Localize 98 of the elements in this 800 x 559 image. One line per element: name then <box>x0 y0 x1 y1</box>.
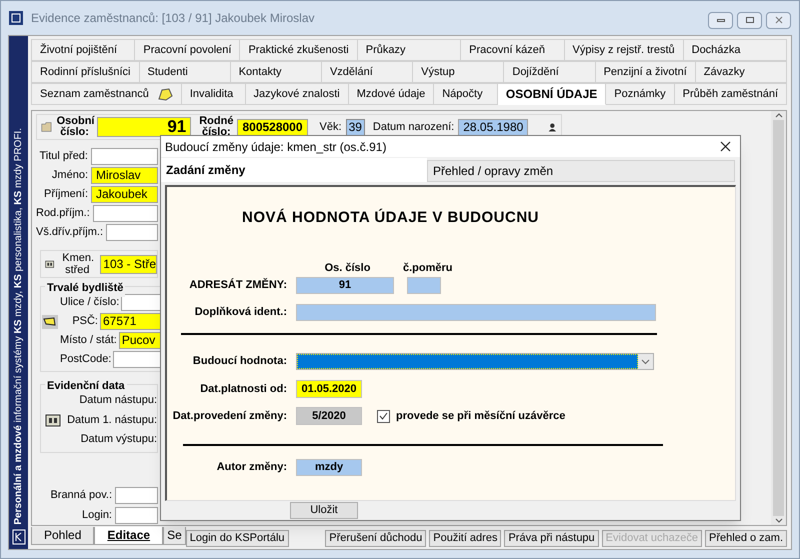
field-label: Datum 1. nástupu: <box>66 412 157 428</box>
input-field[interactable]: 91 <box>96 117 192 137</box>
maximize-icon[interactable] <box>737 12 762 28</box>
tab[interactable]: Poznámky <box>606 84 675 105</box>
tab[interactable]: Mzdové údaje <box>348 84 434 105</box>
action-button[interactable]: Práva při nástupu <box>504 530 599 547</box>
tab[interactable]: Seznam zaměstnanců <box>32 84 182 105</box>
minimize-icon[interactable] <box>708 12 733 28</box>
field-label: Věk: <box>320 120 342 135</box>
tab[interactable]: Invalidita <box>182 84 246 105</box>
input-field[interactable] <box>115 486 158 504</box>
field-label: Osobní číslo: <box>56 116 93 138</box>
field-label: Branná pov.: <box>49 488 112 503</box>
input-field[interactable] <box>407 277 441 294</box>
action-button[interactable]: Přehled o zam. <box>705 530 787 547</box>
field-label: Doplňková ident.: <box>194 305 287 320</box>
input-field[interactable]: Jakoubek <box>91 186 158 203</box>
side-caption: Personální a mzdové informační systémy KS mzdy, KS personalistika, KS mzdy PROFI. <box>12 128 25 525</box>
tab[interactable]: Pohled <box>31 527 94 545</box>
field-label: Vš.dřív.příjm.: <box>36 225 104 240</box>
tab[interactable]: Se <box>163 527 186 545</box>
folder-icon <box>41 120 53 134</box>
tab[interactable]: Penzijní a životní <box>596 62 696 83</box>
tab[interactable]: Studenti <box>140 62 231 83</box>
column-label: č.poměru <box>403 261 453 276</box>
checkbox[interactable] <box>377 410 390 422</box>
field-label: Login: <box>81 508 112 523</box>
input-field[interactable]: 39 <box>346 118 365 136</box>
dropdown[interactable] <box>296 353 654 370</box>
dialog-heading: NOVÁ HODNOTA ÚDAJE V BUDOUCNU <box>242 208 540 228</box>
tab[interactable]: Jazykové znalosti <box>246 84 349 105</box>
field-label: Autor změny: <box>216 460 287 476</box>
field-label: PostCode: <box>60 352 112 368</box>
input-field[interactable]: 103 - Stře <box>100 254 157 274</box>
tab[interactable]: Pracovní povolení <box>135 40 240 61</box>
tab[interactable]: Výpisy z rejstř. trestů <box>564 40 684 61</box>
tab[interactable]: Přehled / opravy změn <box>427 160 735 182</box>
field-label: Titul před: <box>38 149 88 164</box>
checkbox-label: provede se při měsíční uzávěrce <box>396 408 566 424</box>
group-title: Trvalé bydliště <box>45 280 126 296</box>
save-button[interactable]: Uložit <box>290 502 358 519</box>
field-label: Místo / stát: <box>60 333 117 348</box>
field-label: Kmen. střed <box>62 252 92 276</box>
tab[interactable]: Vzdělání <box>322 62 414 83</box>
dialog-title: Budoucí změny údaje: kmen_str (os.č.91) <box>165 138 386 156</box>
scrollbar[interactable] <box>771 111 786 525</box>
input-field[interactable]: 01.05.2020 <box>296 380 362 398</box>
input-field[interactable] <box>91 148 158 165</box>
field-label: PSČ: <box>71 313 98 330</box>
field-label: Dat.platnosti od: <box>199 382 287 397</box>
field-label: Jméno: <box>50 168 88 184</box>
input-field[interactable] <box>115 506 158 524</box>
input-field[interactable]: 800528000 <box>237 118 308 136</box>
person-icon <box>548 120 557 134</box>
input-field[interactable]: 28.05.1980 <box>458 118 528 136</box>
logo-icon <box>12 529 26 545</box>
tab[interactable]: Výstup <box>413 62 504 83</box>
input-field[interactable]: 5/2020 <box>296 407 362 425</box>
input-field[interactable] <box>296 304 656 321</box>
field-label: Rodné číslo: <box>199 116 234 138</box>
tab[interactable]: Docházka <box>684 40 788 61</box>
chevron-down-icon[interactable] <box>774 518 782 523</box>
chevron-up-icon[interactable] <box>774 113 782 118</box>
tab[interactable]: Praktické zkušenosti <box>240 40 358 61</box>
field-label: Příjmení: <box>42 187 88 202</box>
field-label: Ulice / číslo: <box>60 295 120 310</box>
tab[interactable]: Průkazy <box>358 40 462 61</box>
input-field[interactable] <box>106 224 158 241</box>
tab[interactable]: OSOBNÍ ÚDAJE <box>498 84 606 105</box>
field-label: Datum nástupu: <box>78 393 157 408</box>
tab[interactable]: Kontakty <box>230 62 322 83</box>
field-label: Datum narození: <box>372 120 454 135</box>
tab[interactable]: Editace <box>94 527 164 545</box>
action-button[interactable]: Login do KSPortálu <box>186 530 289 547</box>
input-field[interactable]: mzdy <box>296 459 362 476</box>
input-field[interactable]: Miroslav <box>91 167 158 184</box>
tab[interactable]: Životní pojištění <box>32 40 136 61</box>
window-title: Evidence zaměstnanců: [103 / 91] Jakoubek Miroslav <box>31 10 314 27</box>
tab[interactable]: Závazky <box>696 62 787 83</box>
tab[interactable]: Průběh zaměstnání <box>674 84 788 105</box>
app-icon <box>9 11 23 25</box>
tab[interactable]: Dojíždění <box>504 62 596 83</box>
field-label: Rod.příjm.: <box>36 206 90 222</box>
field-label: Dat.provedení změny: <box>172 408 287 424</box>
chevron-down-icon <box>641 359 650 365</box>
field-label: Datum výstupu: <box>80 432 157 447</box>
action-button[interactable]: Přerušení důchodu <box>325 530 426 547</box>
tab[interactable]: Nápočty <box>434 84 498 105</box>
field-label: Budoucí hodnota: <box>192 354 287 370</box>
tab[interactable]: Pracovní kázeň <box>461 40 565 61</box>
input-field[interactable]: 91 <box>296 277 394 294</box>
tab[interactable]: Zadání změny <box>161 158 427 182</box>
action-button[interactable]: Použití adres <box>429 530 502 547</box>
column-label: Os. číslo <box>324 261 372 276</box>
close-icon[interactable] <box>720 141 731 152</box>
tab[interactable]: Rodinní příslušníci <box>32 62 140 83</box>
input-field[interactable] <box>92 205 158 222</box>
field-label: ADRESÁT ZMĚNY: <box>188 277 287 294</box>
